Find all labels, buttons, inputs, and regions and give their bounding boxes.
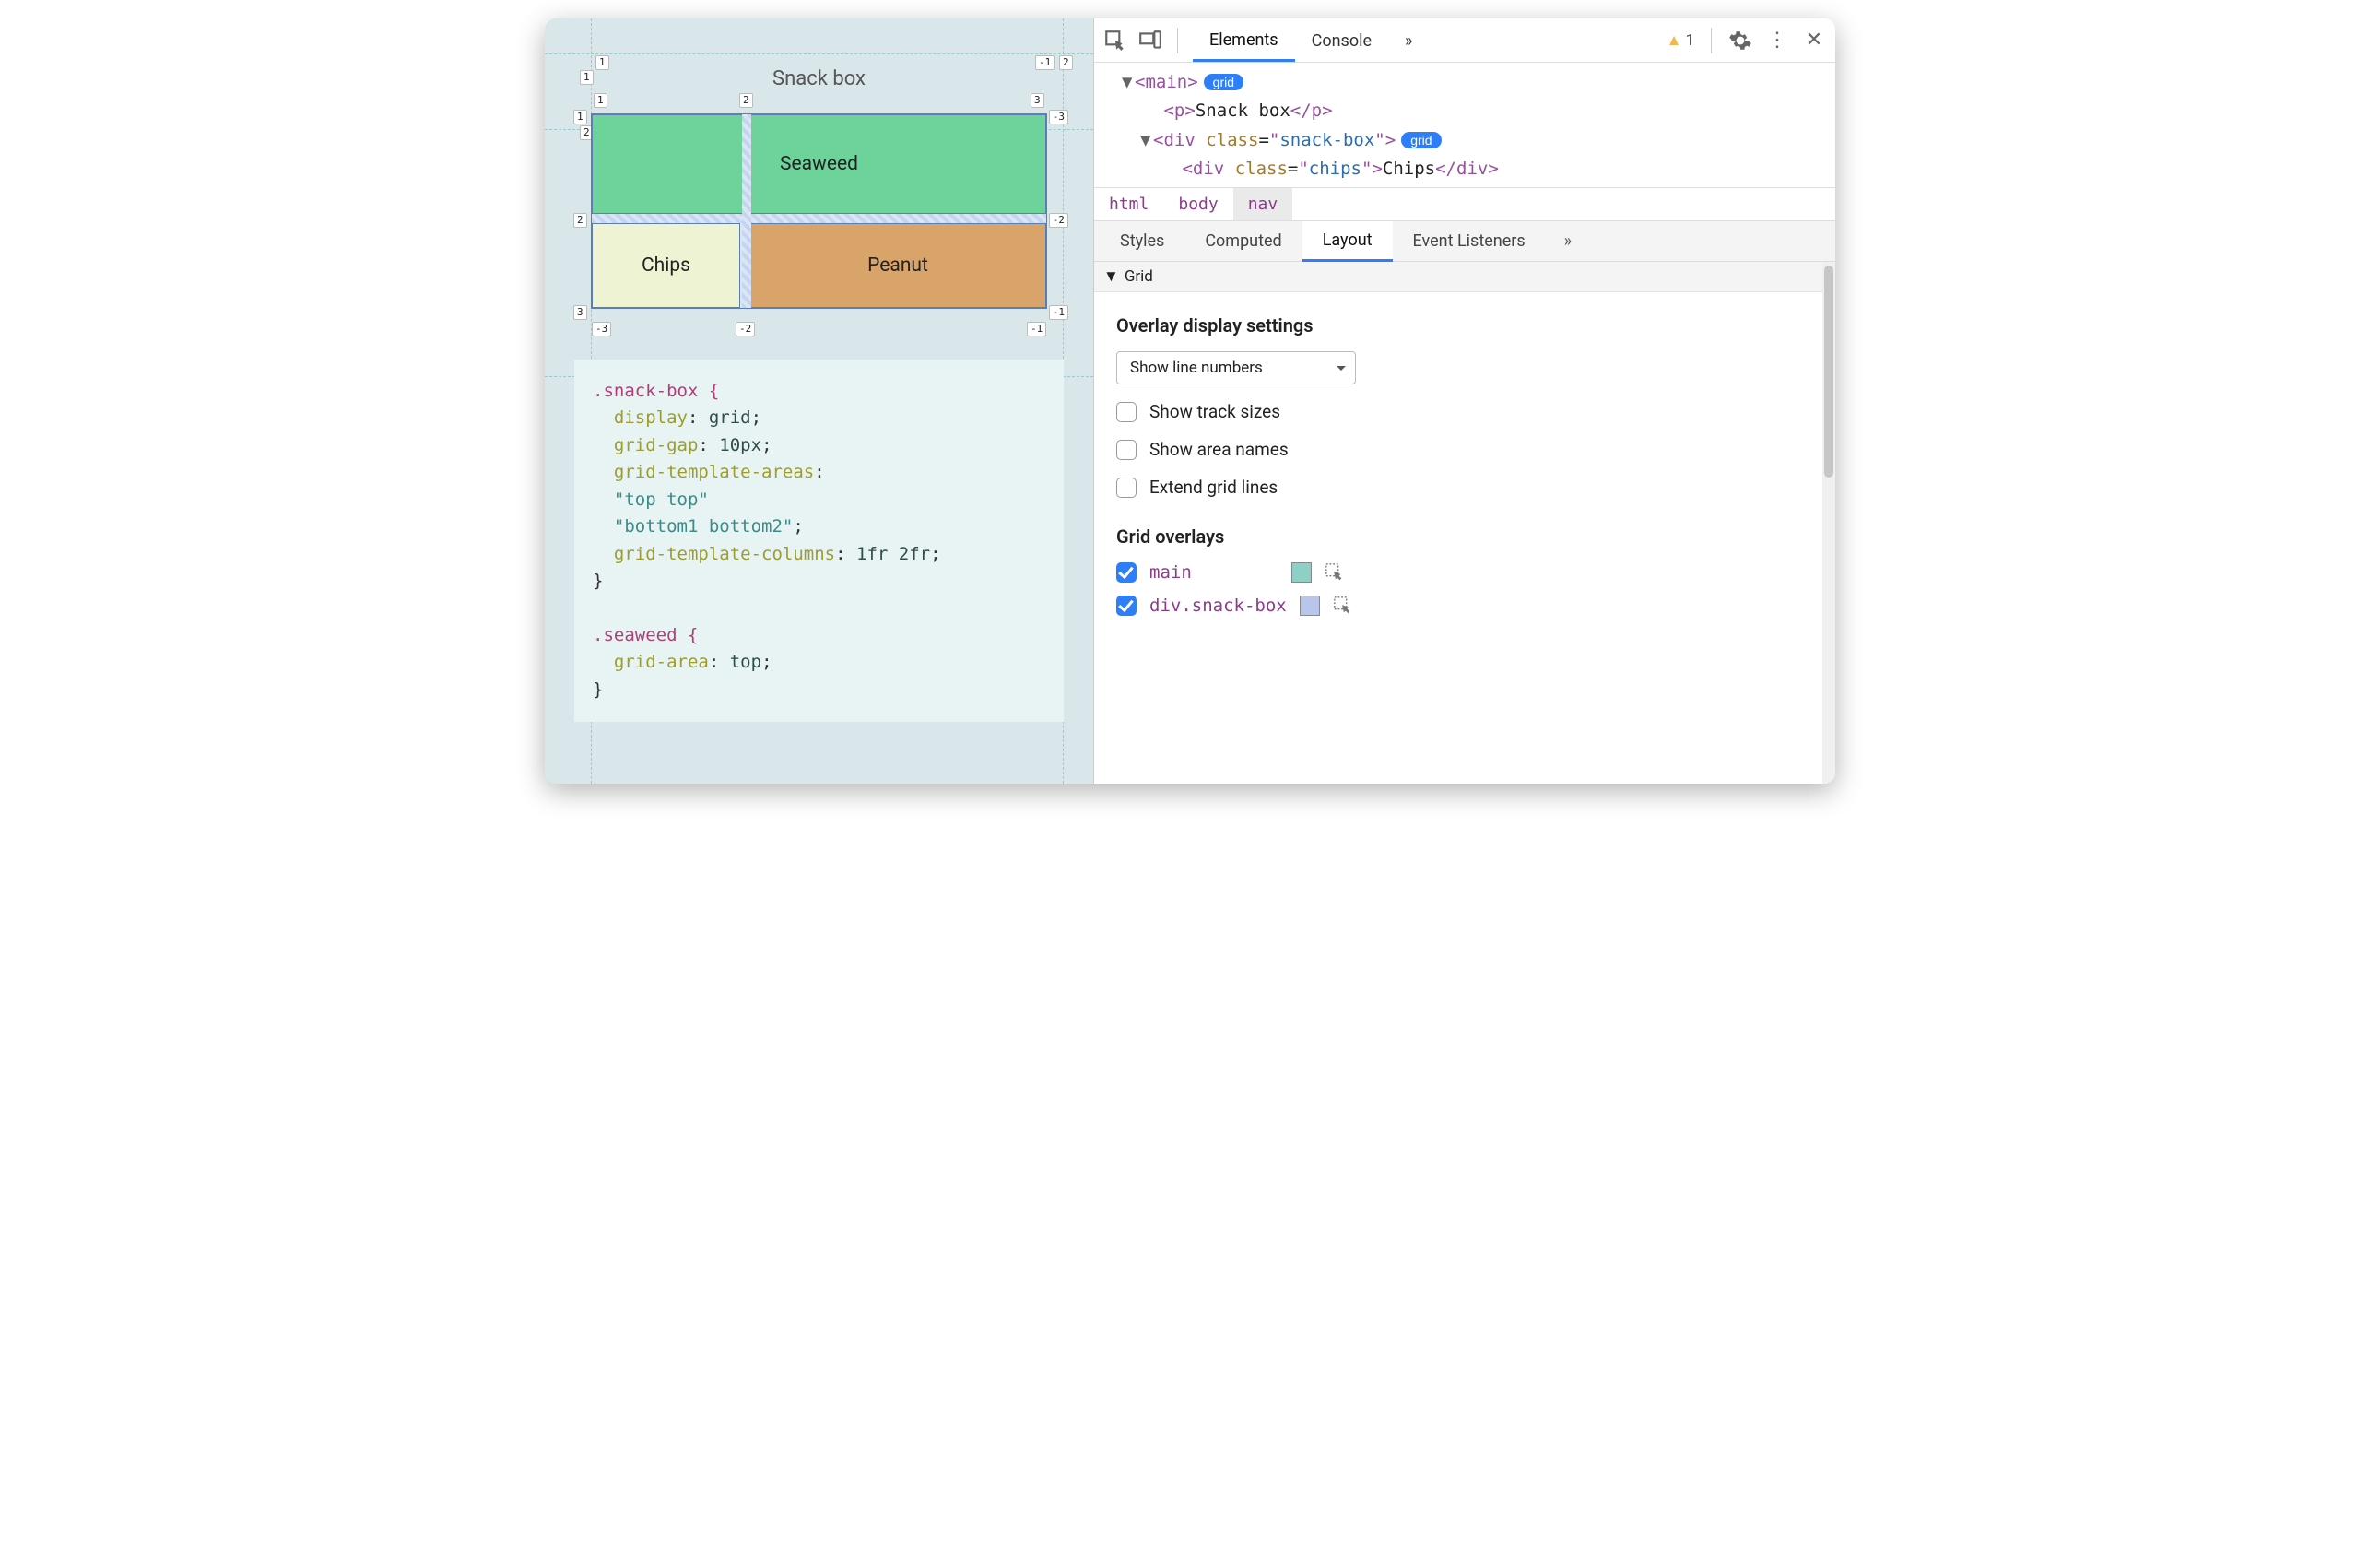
- dom-node-main: ▼<main>grid: [1122, 68, 1835, 97]
- color-swatch[interactable]: [1291, 562, 1312, 583]
- separator: [1711, 28, 1712, 53]
- line-number: -3: [592, 322, 611, 336]
- layout-pane: ▼ Grid Overlay display settings Show lin…: [1094, 262, 1835, 784]
- separator: [1177, 28, 1178, 53]
- warnings-badge[interactable]: ▲1: [1667, 31, 1694, 50]
- crumb-body[interactable]: body: [1163, 188, 1232, 220]
- section-grid-head[interactable]: ▼ Grid: [1094, 262, 1835, 292]
- devtools-panel: Elements Console » ▲1 ⋮ ✕ ▼<main>grid <p…: [1093, 18, 1835, 784]
- highlight-icon[interactable]: [1325, 562, 1345, 583]
- breadcrumb[interactable]: html body nav: [1094, 187, 1835, 221]
- inspect-element-icon[interactable]: [1103, 29, 1127, 53]
- subtab-styles[interactable]: Styles: [1100, 222, 1184, 260]
- check-extend-grid-lines[interactable]: Extend grid lines: [1116, 477, 1813, 498]
- gear-icon[interactable]: [1728, 29, 1752, 53]
- line-number: 2: [739, 93, 753, 108]
- line-number: 3: [573, 305, 587, 320]
- line-number: -1: [1027, 322, 1046, 336]
- devtools-toolbar: Elements Console » ▲1 ⋮ ✕: [1094, 18, 1835, 63]
- snack-box-grid: Seaweed Chips Peanut: [591, 113, 1047, 309]
- check-show-track-sizes[interactable]: Show track sizes: [1116, 401, 1813, 422]
- dom-tree[interactable]: ▼<main>grid <p>Snack box</p> ▼<div class…: [1094, 63, 1835, 187]
- styles-subtabs: Styles Computed Layout Event Listeners »: [1094, 221, 1835, 262]
- scrollbar-thumb[interactable]: [1824, 266, 1833, 478]
- grid-badge[interactable]: grid: [1401, 132, 1441, 148]
- overlay-snackbox[interactable]: div.snack-box: [1116, 596, 1813, 616]
- checkbox-icon[interactable]: [1116, 562, 1137, 583]
- crumb-nav[interactable]: nav: [1233, 188, 1293, 220]
- dom-node-p: <p>Snack box</p>: [1122, 97, 1835, 125]
- overlay-settings-title: Overlay display settings: [1116, 314, 1813, 336]
- crumb-html[interactable]: html: [1094, 188, 1163, 220]
- check-show-area-names[interactable]: Show area names: [1116, 439, 1813, 460]
- kebab-menu-icon[interactable]: ⋮: [1765, 29, 1789, 53]
- cell-seaweed: Seaweed: [592, 114, 1046, 214]
- warning-icon: ▲: [1667, 31, 1682, 50]
- code-block: .snack-box { display: grid; grid-gap: 10…: [574, 360, 1064, 722]
- tab-more[interactable]: »: [1388, 20, 1429, 60]
- close-icon[interactable]: ✕: [1802, 29, 1826, 53]
- line-numbers-select[interactable]: Show line numbers: [1116, 351, 1356, 384]
- line-number: 1: [594, 93, 607, 108]
- line-number: -3: [1049, 110, 1068, 124]
- color-swatch[interactable]: [1300, 596, 1320, 616]
- checkbox-icon[interactable]: [1116, 478, 1137, 498]
- subtab-layout[interactable]: Layout: [1302, 221, 1393, 262]
- snack-box-area: 1 2 3 1 -3 2 -2 3 -1 -3 -2 -1 Seaweed Ch…: [588, 113, 1050, 309]
- checkbox-icon[interactable]: [1116, 440, 1137, 460]
- cell-chips: Chips: [592, 223, 740, 308]
- subtab-eventlisteners[interactable]: Event Listeners: [1393, 222, 1546, 260]
- checkbox-icon[interactable]: [1116, 596, 1137, 616]
- highlight-icon[interactable]: [1333, 596, 1353, 616]
- dom-node-snackbox: ▼<div class="snack-box">grid: [1122, 126, 1835, 155]
- tab-elements[interactable]: Elements: [1193, 19, 1295, 62]
- line-number: 2: [573, 213, 587, 228]
- line-number: -2: [736, 322, 755, 336]
- line-number: -2: [1049, 213, 1068, 228]
- scrollbar[interactable]: [1822, 262, 1835, 784]
- grid-overlays-title: Grid overlays: [1116, 525, 1813, 548]
- subtab-more[interactable]: »: [1559, 226, 1577, 256]
- line-number: -1: [1049, 305, 1068, 320]
- device-toggle-icon[interactable]: [1138, 29, 1162, 53]
- line-number: 3: [1031, 93, 1044, 108]
- grid-badge[interactable]: grid: [1204, 74, 1243, 90]
- overlay-main[interactable]: main: [1116, 562, 1813, 583]
- tab-console[interactable]: Console: [1295, 20, 1388, 60]
- main-tabs: Elements Console »: [1193, 19, 1429, 62]
- subtab-computed[interactable]: Computed: [1184, 222, 1302, 260]
- line-number: 1: [573, 110, 587, 124]
- cell-peanut: Peanut: [749, 223, 1046, 308]
- gridline: [545, 53, 1093, 54]
- dom-node-chips: <div class="chips">Chips</div>: [1122, 155, 1835, 183]
- page-title: Snack box: [574, 67, 1064, 90]
- checkbox-icon[interactable]: [1116, 402, 1137, 422]
- page-viewport: 1 -1 2 1 2 3 Snack box 1 2 3 1 -3 2 -2 3…: [545, 18, 1093, 784]
